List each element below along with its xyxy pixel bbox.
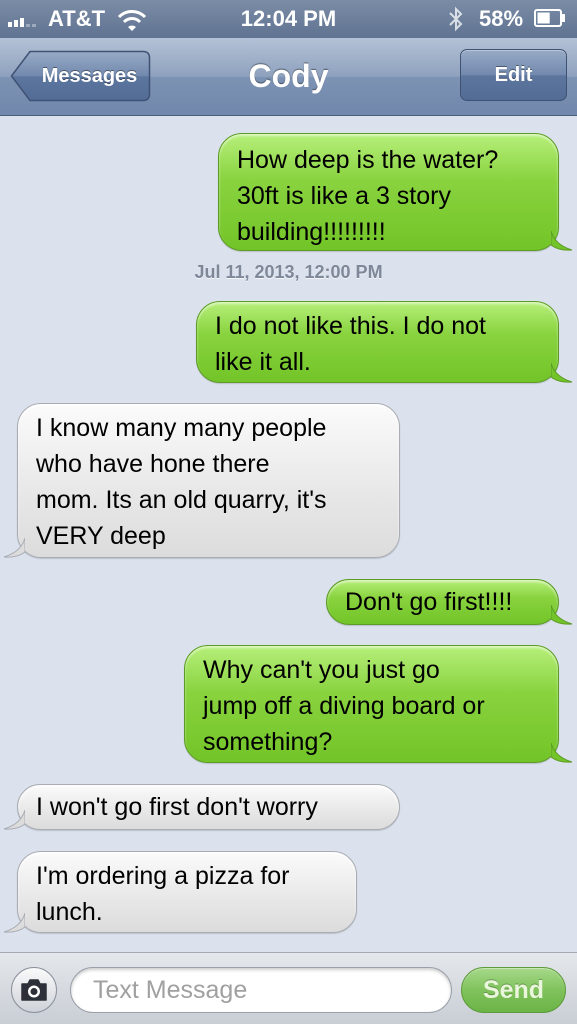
camera-icon <box>21 979 47 1001</box>
message-text: Why can't you just go jump off a diving … <box>203 656 485 756</box>
battery-icon <box>534 9 565 27</box>
navigation-bar: Messages Cody Edit <box>0 38 577 116</box>
compose-bar: Send <box>0 952 577 1024</box>
bluetooth-icon <box>449 6 463 32</box>
message-timestamp: Jul 11, 2013, 12:00 PM <box>194 262 383 282</box>
sent-message-bubble[interactable]: Don't go first!!!! <box>326 579 573 625</box>
received-message-bubble[interactable]: I'm ordering a pizza for lunch. <box>3 851 357 933</box>
message-input[interactable] <box>70 967 452 1013</box>
edit-button[interactable]: Edit <box>460 49 567 101</box>
message-text: I know many many people who have hone th… <box>36 414 327 550</box>
sent-message-bubble[interactable]: Why can't you just go jump off a diving … <box>184 645 573 763</box>
status-bar: AT&T 12:04 PM 58% <box>0 0 577 38</box>
sent-message-bubble[interactable]: How deep is the water? 30ft is like a 3 … <box>218 133 573 251</box>
camera-button[interactable] <box>11 967 57 1013</box>
message-text: I do not like this. I do not like it all… <box>215 312 486 376</box>
sent-message-bubble[interactable]: I do not like this. I do not like it all… <box>196 301 573 383</box>
send-button[interactable]: Send <box>461 967 566 1013</box>
battery-percent: 58% <box>479 6 524 31</box>
message-text: I'm ordering a pizza for lunch. <box>36 862 290 926</box>
message-text: Don't go first!!!! <box>345 588 513 616</box>
received-message-bubble[interactable]: I won't go first don't worry <box>3 784 400 830</box>
message-text: How deep is the water? 30ft is like a 3 … <box>237 146 499 246</box>
received-message-bubble[interactable]: I know many many people who have hone th… <box>3 403 400 558</box>
message-text: I won't go first don't worry <box>36 793 318 821</box>
